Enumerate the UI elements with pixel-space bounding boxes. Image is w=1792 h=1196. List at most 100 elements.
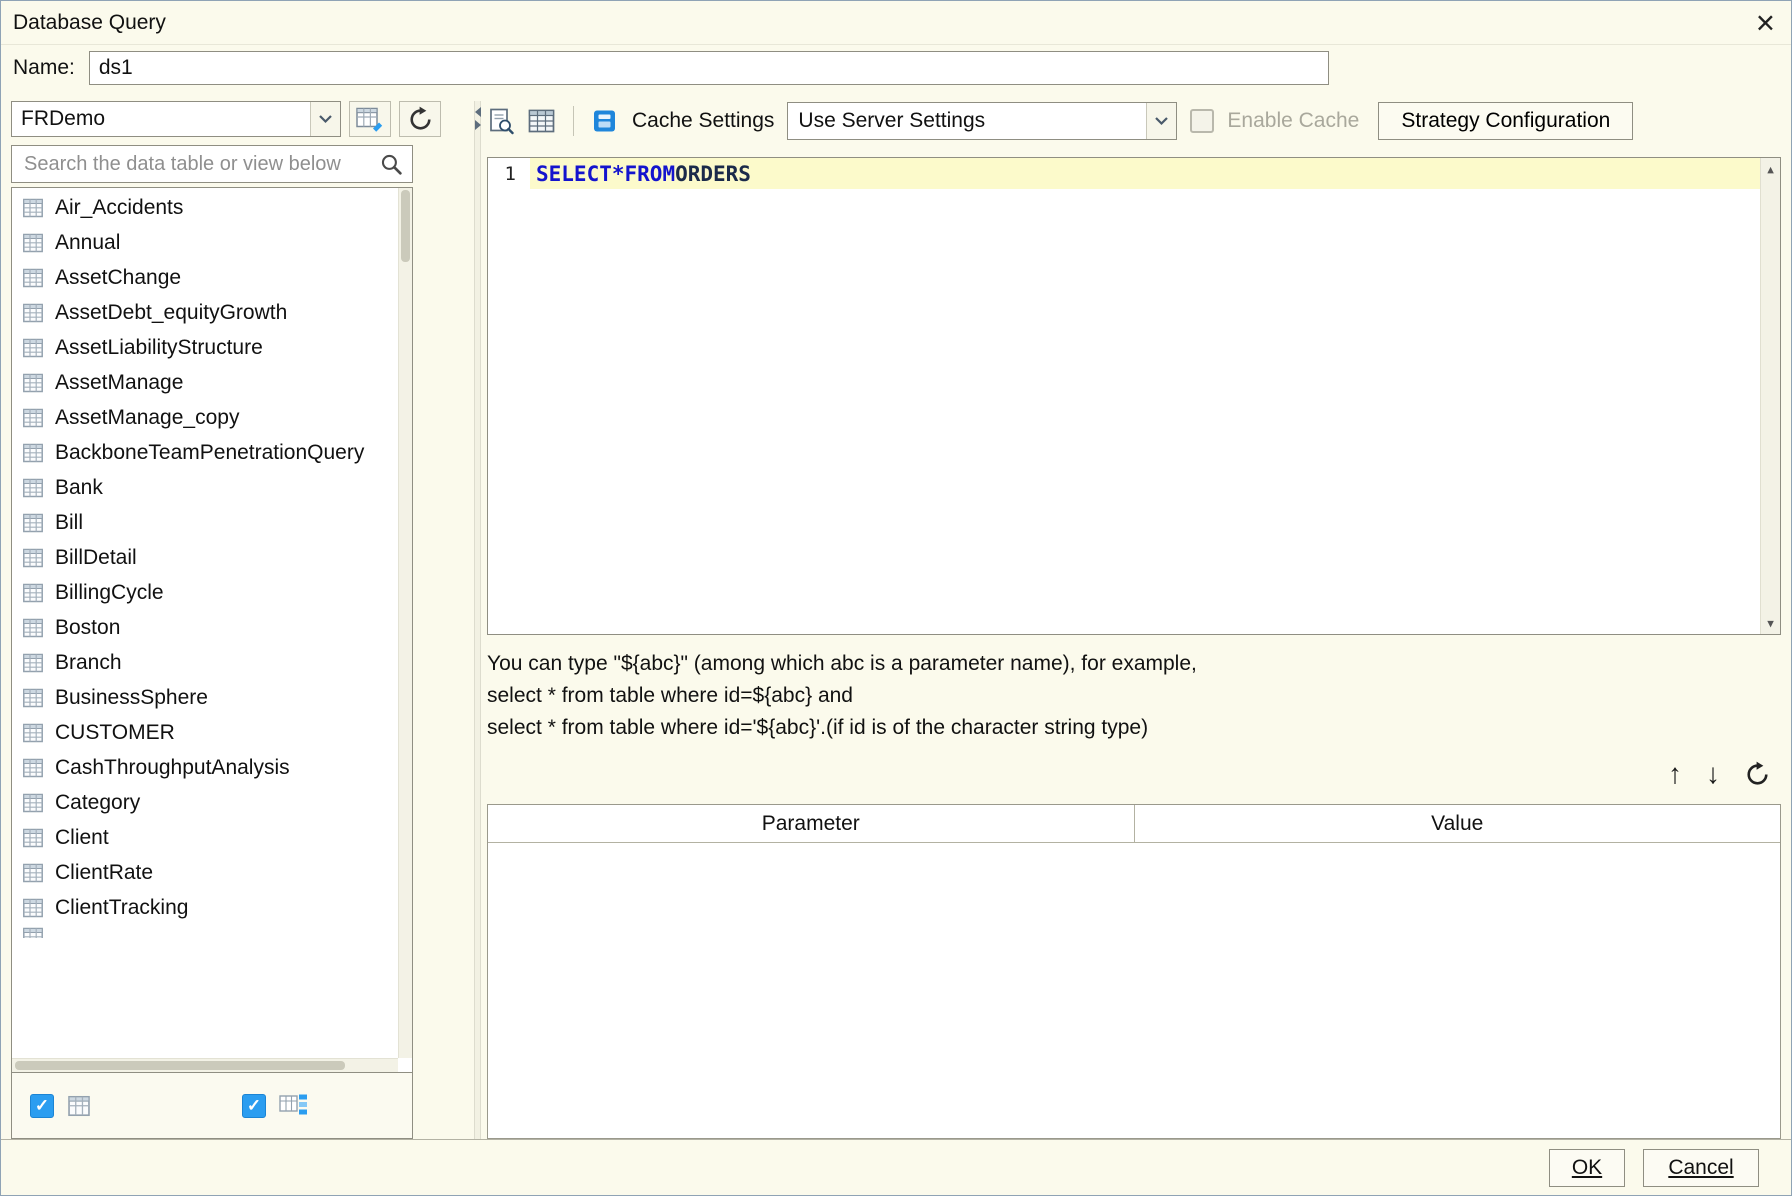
table-config-button[interactable] <box>349 101 391 137</box>
table-icon <box>21 371 45 395</box>
table-list-item[interactable]: Annual <box>12 225 398 260</box>
table-name: BillDetail <box>55 545 137 569</box>
table-name: BusinessSphere <box>55 685 208 709</box>
preview-sql-icon[interactable] <box>487 107 514 135</box>
table-name: BillingCycle <box>55 580 164 604</box>
table-list-item[interactable]: BackboneTeamPenetrationQuery <box>12 435 398 470</box>
table-list-item[interactable]: Bill <box>12 505 398 540</box>
table-icon <box>66 1093 92 1119</box>
cache-mode-selected-value: Use Server Settings <box>798 109 986 132</box>
line-number: 1 <box>504 162 516 185</box>
table-list-item[interactable]: AssetChange <box>12 260 398 295</box>
table-icon <box>21 581 45 605</box>
horizontal-scrollbar[interactable] <box>12 1058 398 1072</box>
splitter-bar[interactable] <box>474 101 481 1139</box>
scroll-up-icon[interactable]: ▲ <box>1761 159 1780 179</box>
refresh-parameters-icon[interactable] <box>1744 761 1771 788</box>
cache-mode-select[interactable]: Use Server Settings <box>787 102 1178 140</box>
table-list-item[interactable]: AssetManage <box>12 365 398 400</box>
table-icon <box>21 721 45 745</box>
table-list-item[interactable]: BusinessSphere <box>12 680 398 715</box>
table-data-icon[interactable] <box>527 108 556 134</box>
editor-scrollbar[interactable]: ▲ ▼ <box>1760 158 1780 634</box>
table-list-item[interactable]: Bank <box>12 470 398 505</box>
parameter-toolbar: ↑ ↓ <box>487 744 1781 804</box>
dialog-body: FRDemo Search the data table or view bel… <box>1 91 1791 1139</box>
table-icon <box>21 546 45 570</box>
dialog-footer: OK Cancel <box>1 1139 1791 1195</box>
connection-select[interactable]: FRDemo <box>11 101 341 137</box>
search-icon[interactable] <box>379 152 404 177</box>
sql-code[interactable]: SELECT * FROM ORDERS <box>530 158 1760 189</box>
move-down-icon[interactable]: ↓ <box>1706 760 1720 788</box>
panel-splitter[interactable] <box>441 101 487 1139</box>
connection-selected-value: FRDemo <box>21 107 106 130</box>
table-name: Category <box>55 790 141 814</box>
titlebar: Database Query × <box>1 1 1791 45</box>
show-views-checkbox[interactable]: ✓ <box>242 1093 266 1118</box>
table-list-item[interactable]: AssetLiabilityStructure <box>12 330 398 365</box>
chevron-down-icon <box>1146 103 1177 139</box>
table-list-item[interactable]: Boston <box>12 610 398 645</box>
table-icon <box>21 231 45 255</box>
table-list-item[interactable]: Branch <box>12 645 398 680</box>
table-list-item[interactable]: AssetManage_copy <box>12 400 398 435</box>
vertical-scrollbar[interactable] <box>398 188 412 1058</box>
table-list-item[interactable]: ClientRate <box>12 855 398 890</box>
table-icon <box>21 925 45 938</box>
ok-button[interactable]: OK <box>1549 1148 1625 1187</box>
table-search-input[interactable] <box>22 151 379 177</box>
help-line: select * from table where id='${abc}'.(i… <box>487 716 1149 739</box>
strategy-configuration-button[interactable]: Strategy Configuration <box>1378 102 1634 140</box>
sql-table-name: ORDERS <box>675 161 751 186</box>
show-tables-checkbox[interactable]: ✓ <box>30 1093 54 1118</box>
database-query-dialog: Database Query × Name: FRDemo <box>0 0 1792 1196</box>
table-icon <box>21 651 45 675</box>
table-name: AssetChange <box>55 265 182 289</box>
move-up-icon[interactable]: ↑ <box>1668 760 1682 788</box>
table-list-item[interactable]: BillingCycle <box>12 575 398 610</box>
scroll-down-icon[interactable]: ▼ <box>1761 613 1780 633</box>
splitter-collapse-icon[interactable] <box>469 107 486 130</box>
chevron-down-icon <box>310 102 340 136</box>
table-icon <box>21 266 45 290</box>
close-icon[interactable]: × <box>1756 6 1775 39</box>
enable-cache-label: Enable Cache <box>1227 109 1360 132</box>
table-list-item[interactable]: CashThroughputAnalysis <box>12 750 398 785</box>
table-list-item[interactable]: Category <box>12 785 398 820</box>
query-name-input[interactable] <box>88 51 1329 85</box>
sql-operator: * <box>611 161 625 186</box>
cancel-button[interactable]: Cancel <box>1643 1148 1759 1187</box>
sql-keyword: SELECT <box>536 161 612 186</box>
name-row: Name: <box>1 45 1791 91</box>
table-list-item[interactable] <box>12 925 398 938</box>
table-icon <box>21 616 45 640</box>
table-icon <box>21 406 45 430</box>
table-list-item[interactable]: ClientTracking <box>12 890 398 925</box>
table-icon <box>21 896 45 920</box>
right-panel: Cache Settings Use Server Settings Enabl… <box>487 101 1783 1139</box>
parameter-column-header: Parameter <box>488 805 1135 842</box>
table-list-item[interactable]: CUSTOMER <box>12 715 398 750</box>
sql-editor[interactable]: 1 SELECT * FROM ORDERS ▲ ▼ <box>487 157 1781 635</box>
refresh-connection-button[interactable] <box>399 101 441 137</box>
dialog-title: Database Query <box>13 10 166 34</box>
table-icon <box>21 861 45 885</box>
vertical-scrollbar-thumb[interactable] <box>401 190 410 262</box>
sql-current-line[interactable]: 1 SELECT * FROM ORDERS <box>488 158 1760 189</box>
table-list-item[interactable]: Air_Accidents <box>12 190 398 225</box>
table-list-item[interactable]: Client <box>12 820 398 855</box>
enable-cache-checkbox[interactable] <box>1190 109 1215 133</box>
table-list-item[interactable]: BillDetail <box>12 540 398 575</box>
parameter-table-body[interactable] <box>488 843 1780 1138</box>
table-name: AssetLiabilityStructure <box>55 335 263 359</box>
horizontal-scrollbar-thumb[interactable] <box>15 1061 345 1070</box>
table-icon <box>21 511 45 535</box>
table-name: CUSTOMER <box>55 720 175 744</box>
cache-settings-label: Cache Settings <box>632 109 775 132</box>
list-filter-row: ✓ ✓ <box>11 1073 413 1139</box>
refresh-icon <box>407 106 434 133</box>
search-box <box>11 145 413 183</box>
table-list-item[interactable]: AssetDebt_equityGrowth <box>12 295 398 330</box>
table-name: Boston <box>55 615 121 639</box>
